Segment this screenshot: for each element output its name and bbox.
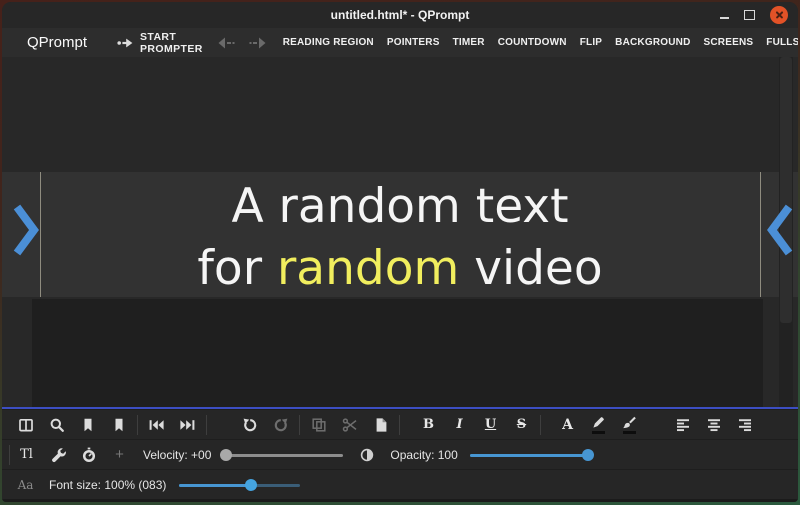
bold-button[interactable]: B [413, 411, 444, 439]
align-right-button[interactable] [729, 411, 760, 439]
start-prompter-icon [117, 35, 134, 51]
text-color-swatch [592, 431, 605, 434]
italic-button[interactable]: I [444, 411, 475, 439]
wrench-icon [50, 447, 66, 463]
settings-wrench-button[interactable] [42, 441, 73, 469]
menu-background[interactable]: BACKGROUND [615, 37, 690, 48]
contrast-icon [359, 447, 375, 463]
maximize-button[interactable] [744, 10, 755, 20]
redo-button[interactable] [265, 411, 296, 439]
underline-button[interactable]: U [475, 411, 506, 439]
editor-toolbar: B I U S A [2, 409, 798, 439]
toolbar-separator [137, 415, 138, 435]
contrast-button[interactable] [351, 441, 382, 469]
highlighted-word: random [277, 241, 459, 296]
previous-marker-jump-button[interactable] [141, 411, 172, 439]
close-button[interactable] [770, 6, 788, 24]
left-pointer-icon [10, 201, 40, 259]
watermark-button[interactable] [72, 411, 103, 439]
align-center-button[interactable] [698, 411, 729, 439]
right-pointer-icon [766, 201, 796, 259]
menu-screens[interactable]: SCREENS [704, 37, 754, 48]
window-controls [720, 2, 788, 28]
text-tool-button[interactable]: Tl [11, 441, 42, 469]
prompter-viewport[interactable]: A random text for random video [2, 57, 798, 407]
font-size-toolbar: Aa Font size: 100% (083) [2, 469, 798, 499]
menu-countdown[interactable]: COUNTDOWN [498, 37, 567, 48]
start-prompter-button[interactable]: START PROMPTER [117, 31, 203, 55]
timer-stopwatch-button[interactable] [73, 441, 104, 469]
font-size-slider[interactable] [179, 477, 300, 493]
prompt-controls-toolbar: Tl + Velocity: +00 Opacity: 100 [2, 439, 798, 469]
font-scale-button[interactable]: Aa [10, 471, 41, 499]
brush-icon [622, 416, 637, 429]
font-button[interactable]: A [552, 411, 583, 439]
highlight-color-swatch [623, 431, 636, 434]
app-name: QPrompt [27, 34, 87, 51]
split-view-button[interactable] [10, 411, 41, 439]
copy-button[interactable] [303, 411, 334, 439]
strikethrough-button[interactable]: S [506, 411, 537, 439]
minimize-button[interactable] [720, 17, 729, 19]
velocity-slider[interactable] [223, 447, 343, 463]
prompter-text[interactable]: A random text for random video [2, 176, 798, 300]
menu-reading-region[interactable]: READING REGION [283, 37, 374, 48]
velocity-slider-handle[interactable] [220, 449, 232, 461]
search-button[interactable] [41, 411, 72, 439]
font-size-label: Font size: 100% (083) [49, 478, 166, 492]
start-prompter-label: START PROMPTER [140, 31, 203, 55]
stopwatch-icon [81, 447, 97, 463]
paste-button[interactable] [365, 411, 396, 439]
menu-items: READING REGION POINTERS TIMER COUNTDOWN … [283, 37, 798, 48]
opacity-slider-handle[interactable] [582, 449, 594, 461]
toolbar-separator [399, 415, 400, 435]
previous-marker-icon[interactable] [217, 36, 235, 50]
text-color-button[interactable] [583, 411, 614, 439]
align-left-button[interactable] [667, 411, 698, 439]
titlebar[interactable]: untitled.html* - QPrompt [2, 2, 798, 28]
menu-timer[interactable]: TIMER [453, 37, 485, 48]
add-button[interactable]: + [104, 441, 135, 469]
marker-button[interactable] [103, 411, 134, 439]
window-title: untitled.html* - QPrompt [331, 8, 470, 22]
pencil-icon [591, 416, 606, 429]
window-bottom-edge [2, 499, 798, 502]
font-size-slider-handle[interactable] [245, 479, 257, 491]
velocity-label: Velocity: +00 [143, 448, 211, 462]
menu-fullscreen[interactable]: FULLSCREEN [766, 37, 798, 48]
undo-button[interactable] [234, 411, 265, 439]
toolbar-separator [540, 415, 541, 435]
opacity-slider[interactable] [470, 447, 588, 463]
menu-pointers[interactable]: POINTERS [387, 37, 440, 48]
document-area[interactable] [32, 299, 763, 407]
app-window: untitled.html* - QPrompt QPrompt START P… [2, 2, 798, 502]
highlight-color-button[interactable] [614, 411, 645, 439]
prompter-line-1: A random text [2, 176, 798, 238]
prompter-line-2: for random video [2, 238, 798, 300]
opacity-label: Opacity: 100 [390, 448, 457, 462]
main-toolbar: QPrompt START PROMPTER READING REGION PO… [2, 28, 798, 57]
toolbar-separator [206, 415, 207, 435]
next-marker-jump-button[interactable] [172, 411, 203, 439]
cut-button[interactable] [334, 411, 365, 439]
toolbar-separator [299, 415, 300, 435]
toolbar-separator [9, 445, 10, 465]
next-marker-icon[interactable] [249, 36, 267, 50]
menu-flip[interactable]: FLIP [580, 37, 602, 48]
